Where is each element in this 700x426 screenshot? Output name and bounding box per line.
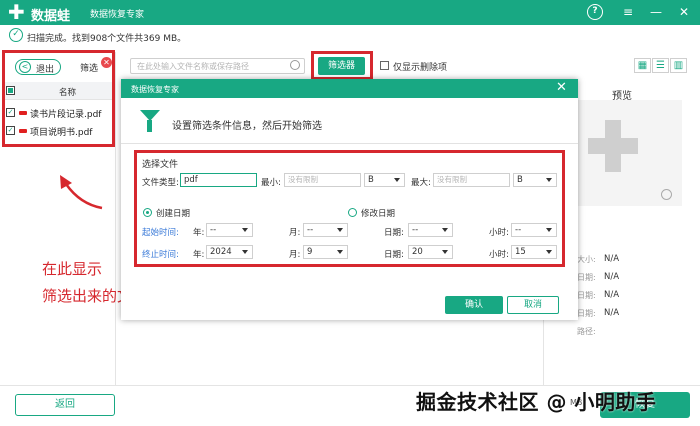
file-list-highlight [2,50,115,147]
info-date-label: 日期: [577,309,596,318]
app-logo-icon: ✚ [8,0,25,24]
only-deleted-label: 仅显示删除项 [393,63,448,73]
funnel-icon-stem [147,120,152,132]
confirm-button[interactable]: 确认 [445,296,503,314]
filter-settings-highlight [134,150,565,267]
scan-status: 扫描完成。找到908个文件共369 MB。 [27,34,187,44]
minimize-icon[interactable]: — [648,4,664,20]
app-title: 数据恢复专家 [90,10,145,20]
scan-complete-icon: ✓ [9,28,23,42]
dialog-divider [121,143,578,144]
app-brand: 数据蛙 [31,9,71,24]
only-deleted-checkbox[interactable] [380,61,389,70]
dialog-close-icon[interactable]: ✕ [556,80,567,95]
info-size-value: N/A [604,254,620,264]
search-placeholder: 在此处输入文件名称或保存路径 [137,62,249,71]
info-date-value: N/A [604,308,620,318]
detail-view-icon[interactable]: ▥ [670,58,687,73]
dialog-title-bar [121,79,578,98]
filter-button-highlight [311,51,373,80]
info-path-label: 路径: [577,327,596,336]
info-date-label: 日期: [577,291,596,300]
zoom-icon[interactable] [661,189,672,200]
watermark: 掘金技术社区 @ 小明助手 [416,390,657,414]
info-date-label: 日期: [577,273,596,282]
annotation-text-line1: 在此显示 [42,260,103,278]
back-button[interactable]: 返回 [15,394,115,416]
grid-view-icon[interactable]: ▦ [634,58,651,73]
annotation-arrow-left [60,175,103,210]
list-view-icon[interactable]: ☰ [652,58,669,73]
search-icon[interactable] [290,60,300,70]
cancel-button[interactable]: 取消 [507,296,559,314]
info-date-value: N/A [604,272,620,282]
help-icon[interactable]: ? [587,4,603,20]
info-size-label: 大小: [577,255,596,264]
menu-icon[interactable]: ≡ [620,4,636,20]
preview-placeholder-icon [605,120,621,172]
info-date-value: N/A [604,290,620,300]
dialog-hint: 设置筛选条件信息，然后开始筛选 [172,121,322,132]
dialog-title: 数据恢复专家 [131,85,179,94]
search-input[interactable]: 在此处输入文件名称或保存路径 [130,58,305,74]
close-icon[interactable]: ✕ [676,4,692,20]
